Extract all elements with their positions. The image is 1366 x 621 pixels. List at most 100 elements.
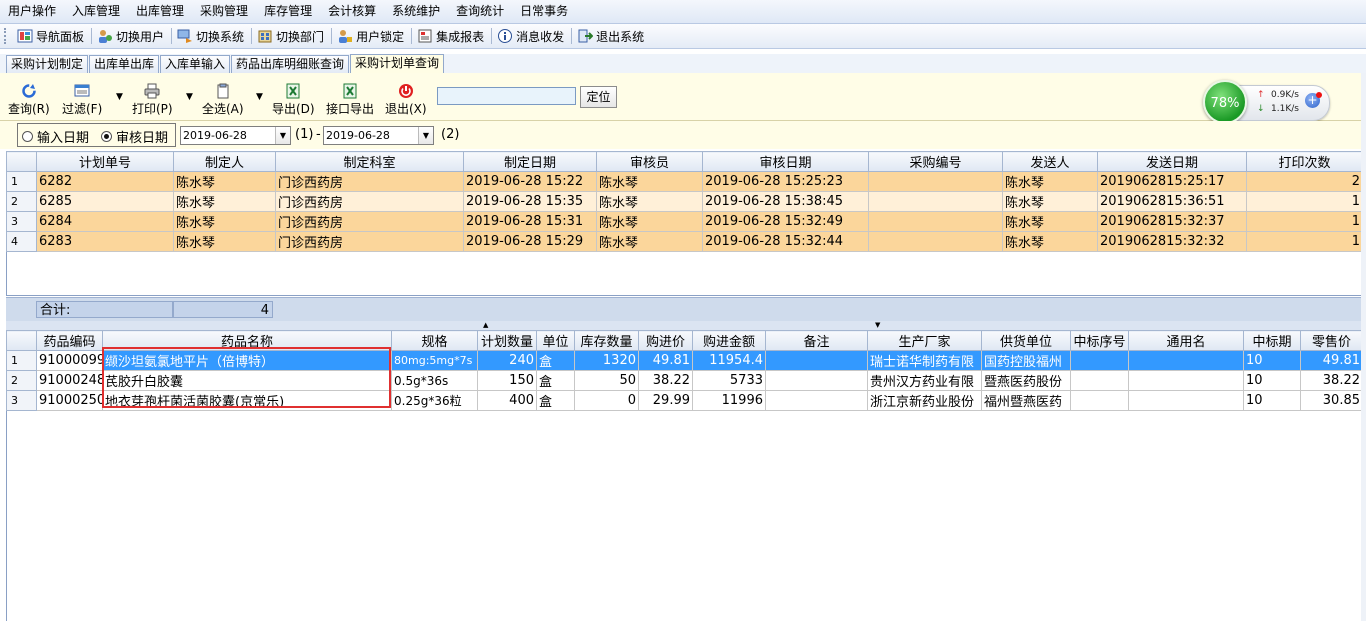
query-button[interactable]: 查询(R) xyxy=(8,83,50,117)
column-header-manufacturer[interactable]: 生产厂家 xyxy=(867,330,982,351)
column-header-unit[interactable]: 单位 xyxy=(536,330,575,351)
cell-auditor[interactable]: 陈水琴 xyxy=(596,211,703,232)
cell-remark[interactable] xyxy=(765,390,868,411)
column-header-send-date[interactable]: 发送日期 xyxy=(1097,151,1247,172)
cell-purchase-amount[interactable]: 5733 xyxy=(692,370,766,391)
cell-purchase-price[interactable]: 38.22 xyxy=(638,370,693,391)
tab-purchase-plan-create[interactable]: 采购计划制定 xyxy=(6,55,89,73)
radio-audit-date[interactable]: 审核日期 xyxy=(101,127,168,146)
table-row[interactable]: 4 6283 陈水琴 门诊西药房 2019-06-28 15:29 陈水琴 20… xyxy=(6,231,1363,252)
chevron-down-icon[interactable]: ▼ xyxy=(275,127,290,144)
cell-plan-no[interactable]: 6284 xyxy=(36,211,174,232)
cell-bid-period[interactable]: 10 xyxy=(1243,370,1301,391)
cell-purchase-amount[interactable]: 11996 xyxy=(692,390,766,411)
cell-creator[interactable]: 陈水琴 xyxy=(173,191,276,212)
column-header-department[interactable]: 制定科室 xyxy=(275,151,464,172)
cell-generic-name[interactable] xyxy=(1128,390,1244,411)
table-row[interactable]: 2 910002485 芪胶升白胶囊 0.5g*36s 150 盒 50 38.… xyxy=(6,370,1363,391)
vertical-scrollbar-track[interactable] xyxy=(1361,73,1366,621)
print-button[interactable]: 打印(P) xyxy=(132,83,173,117)
cell-spec[interactable]: 0.5g*36s xyxy=(391,370,478,391)
menu-system[interactable]: 系统维护 xyxy=(384,0,448,23)
column-header-sender[interactable]: 发送人 xyxy=(1002,151,1098,172)
cell-plan-no[interactable]: 6283 xyxy=(36,231,174,252)
cell-audit-date[interactable]: 2019-06-28 15:32:49 xyxy=(702,211,869,232)
table-row[interactable]: 3 6284 陈水琴 门诊西药房 2019-06-28 15:31 陈水琴 20… xyxy=(6,211,1363,232)
collapse-up-icon[interactable]: ▲ xyxy=(483,321,488,330)
column-header-bid-period[interactable]: 中标期 xyxy=(1243,330,1301,351)
radio-input-date[interactable]: 输入日期 xyxy=(22,127,89,146)
column-header-supplier[interactable]: 供货单位 xyxy=(981,330,1071,351)
cell-drug-code[interactable]: 910002485 xyxy=(36,370,103,391)
cell-stock-qty[interactable]: 50 xyxy=(574,370,639,391)
cell-supplier[interactable]: 国药控股福州 xyxy=(981,350,1071,371)
cell-stock-qty[interactable]: 1320 xyxy=(574,350,639,371)
cell-create-date[interactable]: 2019-06-28 15:31 xyxy=(463,211,597,232)
export-button[interactable]: 导出(D) xyxy=(272,83,315,117)
cell-purchase-amount[interactable]: 11954.4 xyxy=(692,350,766,371)
table-row[interactable]: 1 910000995 缬沙坦氨氯地平片（倍博特） 80mg:5mg*7s 24… xyxy=(6,350,1363,371)
cell-plan-qty[interactable]: 150 xyxy=(477,370,537,391)
menu-outbound[interactable]: 出库管理 xyxy=(128,0,192,23)
column-header-audit-date[interactable]: 审核日期 xyxy=(702,151,869,172)
print-dropdown-arrow-icon[interactable]: ▼ xyxy=(186,92,193,102)
cell-audit-date[interactable]: 2019-06-28 15:25:23 xyxy=(702,171,869,192)
cell-manufacturer[interactable]: 浙江京新药业股份 xyxy=(867,390,982,411)
cell-purchase-no[interactable] xyxy=(868,191,1003,212)
column-header-auditor[interactable]: 审核员 xyxy=(596,151,703,172)
navigation-panel-button[interactable]: 导航面板 xyxy=(13,25,90,47)
cell-creator[interactable]: 陈水琴 xyxy=(173,211,276,232)
cell-bid-period[interactable]: 10 xyxy=(1243,350,1301,371)
column-header-plan-no[interactable]: 计划单号 xyxy=(36,151,174,172)
cell-drug-name[interactable]: 芪胶升白胶囊 xyxy=(102,370,392,391)
report-button[interactable]: 集成报表 xyxy=(413,25,490,47)
column-header-remark[interactable]: 备注 xyxy=(765,330,868,351)
menu-query-stats[interactable]: 查询统计 xyxy=(448,0,512,23)
cell-supplier[interactable]: 暨燕医药股份 xyxy=(981,370,1071,391)
date-to-picker[interactable]: 2019-06-28 ▼ xyxy=(323,126,434,145)
tab-outbound-order[interactable]: 出库单出库 xyxy=(89,55,160,73)
cell-unit[interactable]: 盒 xyxy=(536,370,575,391)
cell-print-count[interactable]: 1 xyxy=(1246,211,1363,232)
table-row[interactable]: 3 910002506 地衣芽孢杆菌活菌胶囊(京常乐) 0.25g*36粒 40… xyxy=(6,390,1363,411)
cell-audit-date[interactable]: 2019-06-28 15:32:44 xyxy=(702,231,869,252)
cell-generic-name[interactable] xyxy=(1128,370,1244,391)
cell-sender[interactable]: 陈水琴 xyxy=(1002,171,1098,192)
column-header-bid-no[interactable]: 中标序号 xyxy=(1070,330,1129,351)
cell-department[interactable]: 门诊西药房 xyxy=(275,191,464,212)
column-header-stock-qty[interactable]: 库存数量 xyxy=(574,330,639,351)
toolbar-grip[interactable] xyxy=(4,28,9,44)
cell-retail-price[interactable]: 49.81 xyxy=(1300,350,1363,371)
cell-print-count[interactable]: 2 xyxy=(1246,171,1363,192)
cell-drug-code[interactable]: 910002506 xyxy=(36,390,103,411)
date-from-picker[interactable]: 2019-06-28 ▼ xyxy=(180,126,291,145)
tab-purchase-plan-query[interactable]: 采购计划单查询 xyxy=(350,54,445,74)
cell-manufacturer[interactable]: 贵州汉方药业有限 xyxy=(867,370,982,391)
cell-sender[interactable]: 陈水琴 xyxy=(1002,191,1098,212)
locate-input[interactable] xyxy=(437,87,576,105)
chevron-down-icon[interactable]: ▼ xyxy=(418,127,433,144)
cell-generic-name[interactable] xyxy=(1128,350,1244,371)
column-header-create-date[interactable]: 制定日期 xyxy=(463,151,597,172)
cell-sender[interactable]: 陈水琴 xyxy=(1002,231,1098,252)
menu-accounting[interactable]: 会计核算 xyxy=(320,0,384,23)
cell-department[interactable]: 门诊西药房 xyxy=(275,231,464,252)
cell-unit[interactable]: 盒 xyxy=(536,390,575,411)
filter-dropdown-arrow-icon[interactable]: ▼ xyxy=(116,92,123,102)
network-speed-widget[interactable]: 78% ↑ 0.9K/s ↓ 1.1K/s + xyxy=(1200,80,1330,124)
cell-supplier[interactable]: 福州暨燕医药 xyxy=(981,390,1071,411)
switch-user-button[interactable]: 切换用户 xyxy=(93,25,170,47)
filter-button[interactable]: 过滤(F) xyxy=(62,83,102,117)
cell-department[interactable]: 门诊西药房 xyxy=(275,171,464,192)
column-header-drug-name[interactable]: 药品名称 xyxy=(102,330,392,351)
cell-plan-qty[interactable]: 400 xyxy=(477,390,537,411)
select-all-dropdown-arrow-icon[interactable]: ▼ xyxy=(256,92,263,102)
column-header-retail-price[interactable]: 零售价 xyxy=(1300,330,1363,351)
cell-creator[interactable]: 陈水琴 xyxy=(173,231,276,252)
cell-print-count[interactable]: 1 xyxy=(1246,191,1363,212)
interface-export-button[interactable]: 接口导出 xyxy=(326,83,374,117)
select-all-button[interactable]: 全选(A) xyxy=(202,83,244,117)
locate-button[interactable]: 定位 xyxy=(580,86,617,108)
cell-remark[interactable] xyxy=(765,370,868,391)
cell-audit-date[interactable]: 2019-06-28 15:38:45 xyxy=(702,191,869,212)
